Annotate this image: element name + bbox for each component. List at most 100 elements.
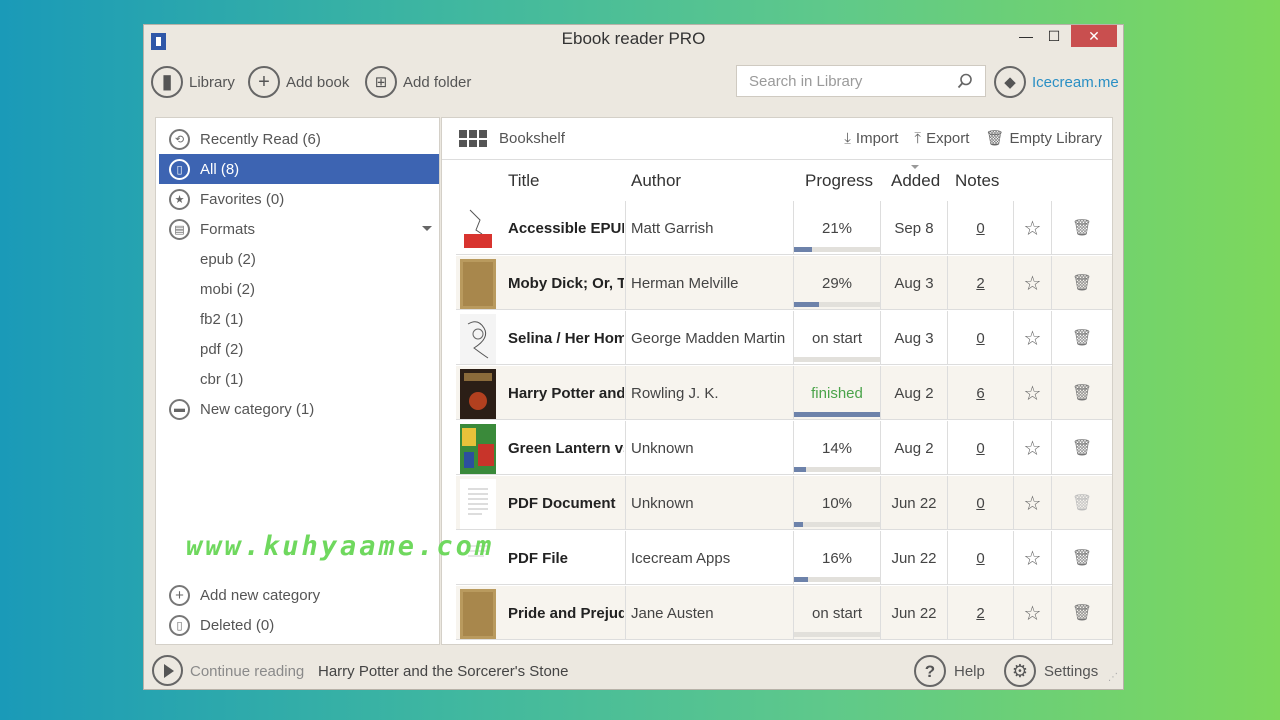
icecream-link[interactable]: ◆ Icecream.me: [994, 66, 1119, 98]
book-author: Herman Melville: [625, 256, 793, 310]
delete-trash-icon[interactable]: 🗑: [1052, 311, 1112, 365]
search-icon[interactable]: [957, 73, 973, 89]
notes-link[interactable]: 0: [948, 201, 1014, 255]
table-row[interactable]: Accessible EPUB 3 Matt Garrish 21% Sep 8…: [456, 201, 1112, 255]
sidebar-item-label: fb2 (1): [200, 310, 244, 328]
play-icon[interactable]: [152, 655, 183, 686]
favorite-star-icon[interactable]: ☆: [1014, 201, 1052, 255]
favorite-star-icon[interactable]: ☆: [1014, 476, 1052, 530]
book-title: PDF Document: [508, 494, 616, 512]
delete-trash-icon[interactable]: 🗑: [1052, 201, 1112, 255]
current-book-title[interactable]: Harry Potter and the Sorcerer's Stone: [318, 663, 568, 680]
delete-trash-icon[interactable]: 🗑: [1052, 366, 1112, 420]
sidebar-item-epub[interactable]: epub (2): [159, 244, 439, 274]
formats-icon: ▤: [169, 218, 190, 240]
library-icon: ▮: [151, 66, 183, 98]
book-title: Selina / Her Home: [508, 329, 624, 347]
progress-bar: [794, 577, 880, 582]
bookshelf-view-toggle[interactable]: Bookshelf: [459, 130, 565, 147]
folder-icon: ▬: [169, 398, 190, 420]
chevron-down-icon[interactable]: [422, 226, 432, 231]
notes-link[interactable]: 0: [948, 421, 1014, 475]
sidebar-item-fb2[interactable]: fb2 (1): [159, 304, 439, 334]
favorite-star-icon[interactable]: ☆: [1014, 531, 1052, 585]
export-button[interactable]: ⤒ Export: [914, 129, 969, 147]
empty-library-button[interactable]: 🗑 Empty Library: [985, 129, 1102, 148]
table-row[interactable]: PDF Document Unknown 10% Jun 22 0 ☆ 🗑: [456, 476, 1112, 530]
table-row[interactable]: Green Lantern vs Unknown 14% Aug 2 0 ☆ 🗑: [456, 421, 1112, 475]
settings-button[interactable]: ⚙ Settings: [1004, 655, 1098, 687]
resize-grip-icon[interactable]: ⋰: [1108, 672, 1118, 683]
star-icon: ★: [169, 188, 190, 210]
add-folder-button[interactable]: ⊞ Add folder: [365, 66, 471, 98]
search-input[interactable]: [749, 72, 957, 90]
notes-link[interactable]: 6: [948, 366, 1014, 420]
progress-bar: [794, 632, 880, 637]
sidebar-item-label: Favorites (0): [200, 190, 285, 208]
title-bar: Ebook reader PRO — ☐ ✕: [144, 25, 1123, 55]
delete-trash-icon[interactable]: 🗑: [1052, 476, 1112, 530]
progress-fill: [794, 412, 880, 417]
delete-trash-icon[interactable]: 🗑: [1052, 256, 1112, 310]
sidebar-item-mobi[interactable]: mobi (2): [159, 274, 439, 304]
sidebar-item-cbr[interactable]: cbr (1): [159, 364, 439, 394]
table-row[interactable]: Pride and Prejudice Jane Austen on start…: [456, 586, 1112, 640]
library-label: Library: [189, 73, 235, 91]
book-added: Jun 22: [881, 531, 948, 585]
delete-trash-icon[interactable]: 🗑: [1052, 586, 1112, 640]
table-row[interactable]: Moby Dick; Or, The Whale Herman Melville…: [456, 256, 1112, 310]
favorite-star-icon[interactable]: ☆: [1014, 311, 1052, 365]
library-button[interactable]: ▮ Library: [151, 66, 235, 98]
notes-link[interactable]: 2: [948, 256, 1014, 310]
sidebar-item-formats[interactable]: ▤ Formats: [159, 214, 439, 244]
progress-bar: [794, 467, 880, 472]
grid-icon: [459, 130, 487, 147]
import-button[interactable]: ⤓ Import: [844, 129, 898, 147]
delete-trash-icon[interactable]: 🗑: [1052, 421, 1112, 475]
column-added[interactable]: Added: [891, 171, 940, 191]
sidebar-item-label: pdf (2): [200, 340, 244, 358]
column-author[interactable]: Author: [631, 171, 681, 191]
delete-trash-icon[interactable]: 🗑: [1052, 531, 1112, 585]
help-icon: ?: [914, 655, 946, 687]
column-progress[interactable]: Progress: [805, 171, 873, 191]
book-title: Moby Dick; Or, The Whale: [508, 274, 624, 292]
import-icon: ⤓: [844, 129, 851, 147]
sidebar-item-pdf[interactable]: pdf (2): [159, 334, 439, 364]
table-row[interactable]: Harry Potter and the Sorcerer's Stone Ro…: [456, 366, 1112, 420]
settings-label: Settings: [1044, 662, 1099, 680]
notes-link[interactable]: 0: [948, 531, 1014, 585]
book-added: Aug 2: [881, 366, 948, 420]
minimize-button[interactable]: —: [1011, 25, 1041, 47]
sidebar-item-new-category[interactable]: ▬ New category (1): [159, 394, 439, 424]
help-button[interactable]: ? Help: [914, 655, 985, 687]
favorite-star-icon[interactable]: ☆: [1014, 256, 1052, 310]
add-book-button[interactable]: + Add book: [248, 66, 349, 98]
sidebar-item-deleted[interactable]: ▯ Deleted (0): [159, 610, 439, 640]
book-cover-image: [460, 424, 496, 474]
sidebar-item-all[interactable]: ▯ All (8): [159, 154, 439, 184]
sidebar-item-recently-read[interactable]: ⟲ Recently Read (6): [159, 124, 439, 154]
notes-link[interactable]: 2: [948, 586, 1014, 640]
column-notes[interactable]: Notes: [955, 171, 999, 191]
column-title[interactable]: Title: [508, 171, 540, 191]
add-category-button[interactable]: + Add new category: [159, 580, 439, 610]
continue-reading-button[interactable]: Continue reading: [190, 663, 304, 680]
status-bar: Continue reading Harry Potter and the So…: [144, 653, 1123, 689]
trash-icon: 🗑: [985, 130, 1005, 147]
favorite-star-icon[interactable]: ☆: [1014, 421, 1052, 475]
favorite-star-icon[interactable]: ☆: [1014, 586, 1052, 640]
notes-link[interactable]: 0: [948, 476, 1014, 530]
sidebar-item-favorites[interactable]: ★ Favorites (0): [159, 184, 439, 214]
table-row[interactable]: PDF File Icecream Apps 16% Jun 22 0 ☆ 🗑: [456, 531, 1112, 585]
table-row[interactable]: Selina / Her Home George Madden Martin o…: [456, 311, 1112, 365]
book-title: Harry Potter and the Sorcerer's Stone: [508, 384, 624, 402]
favorite-star-icon[interactable]: ☆: [1014, 366, 1052, 420]
search-box[interactable]: [736, 65, 986, 97]
notes-link[interactable]: 0: [948, 311, 1014, 365]
maximize-button[interactable]: ☐: [1039, 25, 1069, 47]
empty-library-label: Empty Library: [1009, 129, 1102, 147]
gear-icon: ⚙: [1004, 655, 1036, 687]
close-button[interactable]: ✕: [1071, 25, 1117, 47]
book-author: Unknown: [625, 476, 793, 530]
